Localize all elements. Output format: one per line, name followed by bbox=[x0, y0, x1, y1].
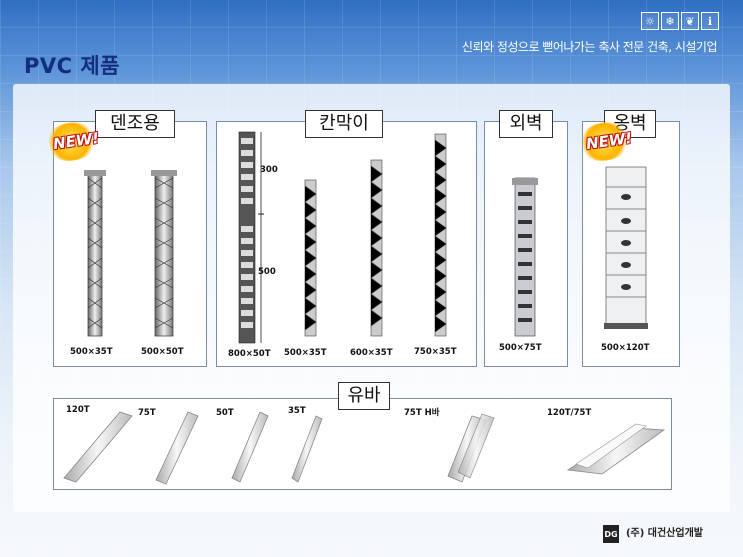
yuba-120-75 bbox=[566, 423, 666, 475]
snowflake-icon: ❄ bbox=[661, 12, 679, 30]
profile-kanmagi-800 bbox=[238, 131, 264, 344]
company-logo: DG bbox=[603, 525, 619, 543]
profile-ongbyeok bbox=[604, 166, 648, 329]
yuba-120 bbox=[63, 411, 133, 483]
dimension-label: 500 bbox=[258, 267, 276, 277]
profile-kanmagi-600 bbox=[370, 159, 383, 337]
leaf-icon: ❦ bbox=[681, 12, 699, 30]
profile-oebyeok bbox=[512, 177, 538, 337]
caption: 500×50T bbox=[141, 347, 184, 357]
caption: 500×120T bbox=[601, 343, 650, 353]
caption: 500×35T bbox=[70, 347, 113, 357]
yuba-75 bbox=[155, 411, 199, 485]
profile-kanmagi-750 bbox=[434, 133, 447, 337]
section-kanmagi-label: 칸막이 bbox=[305, 110, 383, 138]
new-badge: NEW! bbox=[584, 128, 634, 154]
profile-dencho-35 bbox=[84, 170, 106, 337]
sun-icon: ☼ bbox=[641, 12, 659, 30]
dimension-label: 300 bbox=[260, 165, 278, 175]
caption: 75T H바 bbox=[404, 408, 440, 418]
page-title: PVC 제품 bbox=[24, 54, 121, 78]
yuba-35 bbox=[291, 415, 323, 483]
caption: 600×35T bbox=[350, 348, 393, 358]
info-icon: ℹ bbox=[701, 12, 719, 30]
new-badge: NEW! bbox=[51, 128, 101, 154]
profile-kanmagi-500 bbox=[304, 179, 317, 337]
section-yuba-label: 유바 bbox=[338, 382, 390, 410]
yuba-50 bbox=[231, 411, 269, 483]
section-dencho-label: 덴조용 bbox=[95, 110, 175, 138]
section-oebyeok-label: 외벽 bbox=[499, 110, 553, 138]
slogan: 신뢰와 정성으로 뻗어나가는 축사 전문 건축, 시설기업 bbox=[461, 40, 718, 54]
caption: 500×35T bbox=[284, 348, 327, 358]
caption: 750×35T bbox=[414, 347, 457, 357]
caption: 800×50T bbox=[228, 349, 271, 359]
profile-dencho-50 bbox=[151, 170, 177, 337]
header-icons: ☼ ❄ ❦ ℹ bbox=[641, 12, 719, 30]
company-name: (주) 대건산업개발 bbox=[625, 528, 703, 539]
caption: 500×75T bbox=[499, 343, 542, 353]
caption: 120T/75T bbox=[547, 408, 592, 418]
yuba-h-bar bbox=[447, 413, 495, 483]
